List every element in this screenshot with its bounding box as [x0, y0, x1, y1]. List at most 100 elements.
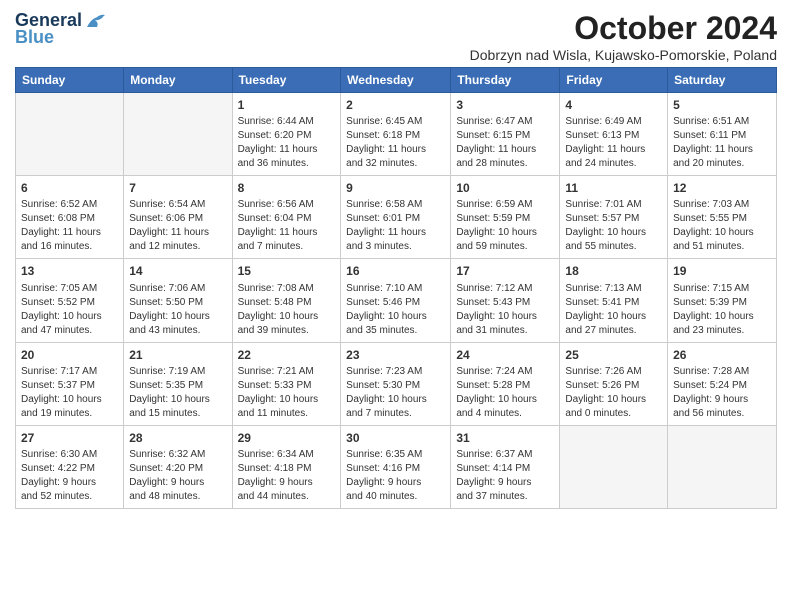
- calendar-week-row: 6 Sunrise: 6:52 AM Sunset: 6:08 PM Daylig…: [16, 176, 777, 259]
- calendar-cell: 17 Sunrise: 7:12 AM Sunset: 5:43 PM Dayli…: [451, 259, 560, 342]
- calendar-cell: 24 Sunrise: 7:24 AM Sunset: 5:28 PM Dayli…: [451, 342, 560, 425]
- day-number: 11: [565, 180, 662, 196]
- calendar-cell: [668, 425, 777, 508]
- calendar-cell: 1 Sunrise: 6:44 AM Sunset: 6:20 PM Daylig…: [232, 93, 341, 176]
- calendar-week-row: 20Sunrise: 7:17 AM Sunset: 5:37 PM Dayli…: [16, 342, 777, 425]
- day-info: Sunrise: 6:30 AM Sunset: 4:22 PM Dayligh…: [21, 448, 118, 504]
- calendar-cell: 15 Sunrise: 7:08 AM Sunset: 5:48 PM Dayli…: [232, 259, 341, 342]
- calendar-week-row: 1 Sunrise: 6:44 AM Sunset: 6:20 PM Daylig…: [16, 93, 777, 176]
- calendar-cell: 16Sunrise: 7:10 AM Sunset: 5:46 PM Dayli…: [341, 259, 451, 342]
- calendar-cell: 22Sunrise: 7:21 AM Sunset: 5:33 PM Dayli…: [232, 342, 341, 425]
- day-info: Sunrise: 7:15 AM Sunset: 5:39 PM Dayligh…: [673, 282, 771, 338]
- day-number: 24: [456, 347, 554, 363]
- day-info: Sunrise: 7:10 AM Sunset: 5:46 PM Dayligh…: [346, 282, 445, 338]
- day-info: Sunrise: 6:52 AM Sunset: 6:08 PM Dayligh…: [21, 198, 118, 254]
- day-info: Sunrise: 6:37 AM Sunset: 4:14 PM Dayligh…: [456, 448, 554, 504]
- day-number: 3: [456, 97, 554, 113]
- day-number: 30: [346, 430, 445, 446]
- day-number: 10: [456, 180, 554, 196]
- day-number: 21: [129, 347, 226, 363]
- day-number: 23: [346, 347, 445, 363]
- calendar-cell: [124, 93, 232, 176]
- day-info: Sunrise: 7:24 AM Sunset: 5:28 PM Dayligh…: [456, 365, 554, 421]
- calendar-cell: 23 Sunrise: 7:23 AM Sunset: 5:30 PM Dayli…: [341, 342, 451, 425]
- col-friday: Friday: [560, 68, 668, 93]
- col-tuesday: Tuesday: [232, 68, 341, 93]
- calendar-week-row: 13 Sunrise: 7:05 AM Sunset: 5:52 PM Dayli…: [16, 259, 777, 342]
- calendar-cell: 13 Sunrise: 7:05 AM Sunset: 5:52 PM Dayli…: [16, 259, 124, 342]
- day-number: 22: [238, 347, 336, 363]
- day-info: Sunrise: 7:17 AM Sunset: 5:37 PM Dayligh…: [21, 365, 118, 421]
- logo-blue: Blue: [15, 27, 54, 48]
- logo-bird-icon: [85, 13, 107, 29]
- calendar-cell: 7 Sunrise: 6:54 AM Sunset: 6:06 PM Daylig…: [124, 176, 232, 259]
- calendar-cell: 31Sunrise: 6:37 AM Sunset: 4:14 PM Dayli…: [451, 425, 560, 508]
- day-info: Sunrise: 7:19 AM Sunset: 5:35 PM Dayligh…: [129, 365, 226, 421]
- calendar-cell: 28Sunrise: 6:32 AM Sunset: 4:20 PM Dayli…: [124, 425, 232, 508]
- day-info: Sunrise: 6:44 AM Sunset: 6:20 PM Dayligh…: [238, 115, 336, 171]
- day-info: Sunrise: 7:01 AM Sunset: 5:57 PM Dayligh…: [565, 198, 662, 254]
- day-number: 9: [346, 180, 445, 196]
- day-info: Sunrise: 7:05 AM Sunset: 5:52 PM Dayligh…: [21, 282, 118, 338]
- day-number: 17: [456, 263, 554, 279]
- day-number: 12: [673, 180, 771, 196]
- title-block: October 2024 Dobrzyn nad Wisla, Kujawsko…: [470, 10, 777, 63]
- day-info: Sunrise: 7:28 AM Sunset: 5:24 PM Dayligh…: [673, 365, 771, 421]
- main-title: October 2024: [470, 10, 777, 47]
- calendar-cell: 6 Sunrise: 6:52 AM Sunset: 6:08 PM Daylig…: [16, 176, 124, 259]
- day-number: 15: [238, 263, 336, 279]
- day-info: Sunrise: 6:51 AM Sunset: 6:11 PM Dayligh…: [673, 115, 771, 171]
- day-info: Sunrise: 7:23 AM Sunset: 5:30 PM Dayligh…: [346, 365, 445, 421]
- calendar-cell: 21 Sunrise: 7:19 AM Sunset: 5:35 PM Dayli…: [124, 342, 232, 425]
- day-number: 7: [129, 180, 226, 196]
- day-info: Sunrise: 6:54 AM Sunset: 6:06 PM Dayligh…: [129, 198, 226, 254]
- header: General Blue October 2024 Dobrzyn nad Wi…: [15, 10, 777, 63]
- col-sunday: Sunday: [16, 68, 124, 93]
- day-info: Sunrise: 6:47 AM Sunset: 6:15 PM Dayligh…: [456, 115, 554, 171]
- day-info: Sunrise: 6:58 AM Sunset: 6:01 PM Dayligh…: [346, 198, 445, 254]
- calendar-cell: 2Sunrise: 6:45 AM Sunset: 6:18 PM Daylig…: [341, 93, 451, 176]
- day-info: Sunrise: 6:34 AM Sunset: 4:18 PM Dayligh…: [238, 448, 336, 504]
- day-info: Sunrise: 7:06 AM Sunset: 5:50 PM Dayligh…: [129, 282, 226, 338]
- page: General Blue October 2024 Dobrzyn nad Wi…: [0, 0, 792, 519]
- calendar-cell: 26 Sunrise: 7:28 AM Sunset: 5:24 PM Dayli…: [668, 342, 777, 425]
- day-number: 29: [238, 430, 336, 446]
- day-number: 4: [565, 97, 662, 113]
- calendar-cell: 19Sunrise: 7:15 AM Sunset: 5:39 PM Dayli…: [668, 259, 777, 342]
- calendar-cell: 30Sunrise: 6:35 AM Sunset: 4:16 PM Dayli…: [341, 425, 451, 508]
- subtitle: Dobrzyn nad Wisla, Kujawsko-Pomorskie, P…: [470, 47, 777, 63]
- logo: General Blue: [15, 10, 107, 48]
- day-number: 8: [238, 180, 336, 196]
- calendar-cell: 12 Sunrise: 7:03 AM Sunset: 5:55 PM Dayli…: [668, 176, 777, 259]
- day-number: 26: [673, 347, 771, 363]
- day-info: Sunrise: 6:59 AM Sunset: 5:59 PM Dayligh…: [456, 198, 554, 254]
- calendar-cell: 11 Sunrise: 7:01 AM Sunset: 5:57 PM Dayli…: [560, 176, 668, 259]
- day-info: Sunrise: 7:08 AM Sunset: 5:48 PM Dayligh…: [238, 282, 336, 338]
- calendar-cell: [560, 425, 668, 508]
- calendar-cell: 14 Sunrise: 7:06 AM Sunset: 5:50 PM Dayli…: [124, 259, 232, 342]
- col-saturday: Saturday: [668, 68, 777, 93]
- day-info: Sunrise: 6:49 AM Sunset: 6:13 PM Dayligh…: [565, 115, 662, 171]
- calendar-cell: 27 Sunrise: 6:30 AM Sunset: 4:22 PM Dayli…: [16, 425, 124, 508]
- calendar-cell: 18Sunrise: 7:13 AM Sunset: 5:41 PM Dayli…: [560, 259, 668, 342]
- day-number: 14: [129, 263, 226, 279]
- calendar-header-row: Sunday Monday Tuesday Wednesday Thursday…: [16, 68, 777, 93]
- day-number: 1: [238, 97, 336, 113]
- day-info: Sunrise: 7:03 AM Sunset: 5:55 PM Dayligh…: [673, 198, 771, 254]
- day-number: 13: [21, 263, 118, 279]
- day-info: Sunrise: 7:26 AM Sunset: 5:26 PM Dayligh…: [565, 365, 662, 421]
- day-info: Sunrise: 7:13 AM Sunset: 5:41 PM Dayligh…: [565, 282, 662, 338]
- day-number: 27: [21, 430, 118, 446]
- calendar-cell: 10 Sunrise: 6:59 AM Sunset: 5:59 PM Dayli…: [451, 176, 560, 259]
- day-info: Sunrise: 7:12 AM Sunset: 5:43 PM Dayligh…: [456, 282, 554, 338]
- calendar-cell: 3 Sunrise: 6:47 AM Sunset: 6:15 PM Daylig…: [451, 93, 560, 176]
- calendar-cell: 5 Sunrise: 6:51 AM Sunset: 6:11 PM Daylig…: [668, 93, 777, 176]
- day-number: 5: [673, 97, 771, 113]
- col-thursday: Thursday: [451, 68, 560, 93]
- day-number: 25: [565, 347, 662, 363]
- day-number: 6: [21, 180, 118, 196]
- col-monday: Monday: [124, 68, 232, 93]
- calendar-cell: 8Sunrise: 6:56 AM Sunset: 6:04 PM Daylig…: [232, 176, 341, 259]
- calendar: Sunday Monday Tuesday Wednesday Thursday…: [15, 67, 777, 509]
- calendar-cell: 25 Sunrise: 7:26 AM Sunset: 5:26 PM Dayli…: [560, 342, 668, 425]
